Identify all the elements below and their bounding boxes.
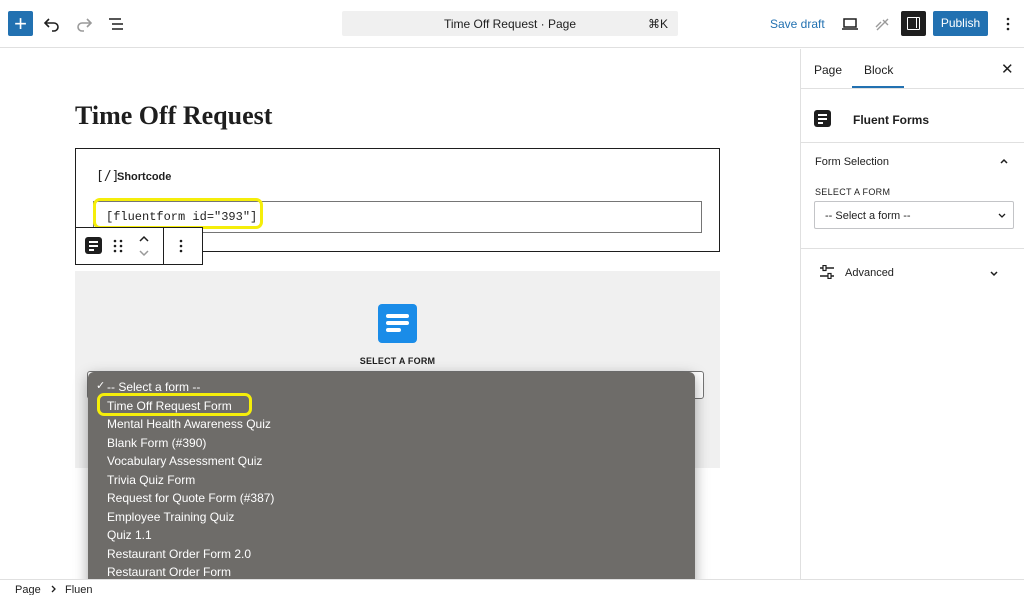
options-button[interactable] [994, 10, 1022, 38]
add-block-button[interactable]: + [8, 11, 33, 36]
dropdown-option[interactable]: Vocabulary Assessment Quiz [107, 454, 262, 468]
select-form-label: SELECT A FORM [359, 356, 436, 366]
close-icon[interactable]: ✕ [1001, 60, 1014, 78]
publish-button[interactable]: Publish [933, 11, 988, 36]
advanced-panel-toggle[interactable]: Advanced [845, 267, 894, 279]
redo-icon [77, 18, 93, 32]
settings-sidebar: Page Block ✕ Fluent Forms Form Selection… [800, 49, 1024, 579]
dropdown-option[interactable]: Mental Health Awareness Quiz [107, 417, 271, 431]
dropdown-option[interactable]: Blank Form (#390) [107, 436, 206, 450]
document-overview-button[interactable] [102, 10, 130, 38]
move-up-down-icon[interactable] [137, 233, 151, 259]
list-view-icon [109, 18, 123, 30]
block-options-icon[interactable] [176, 238, 186, 254]
command-palette-bar[interactable]: Time Off Request · Page ⌘K [342, 11, 678, 36]
undo-button[interactable] [38, 10, 66, 38]
block-toolbar [75, 227, 203, 265]
sliders-icon [820, 265, 834, 279]
redo-button[interactable] [70, 10, 98, 38]
settings-sidebar-toggle[interactable] [901, 11, 926, 36]
chevron-down-icon[interactable] [989, 269, 999, 279]
shortcode-icon: [/] [96, 169, 120, 184]
fluent-forms-block-icon[interactable] [85, 237, 102, 254]
dropdown-option[interactable]: Quiz 1.1 [107, 528, 152, 542]
dropdown-option[interactable]: -- Select a form -- [107, 380, 200, 394]
breadcrumb-item-page[interactable]: Page [15, 584, 41, 595]
editor-toolbar: + Time Off Request · Page ⌘K Save draft … [0, 0, 1024, 48]
dropdown-option[interactable]: Restaurant Order Form [107, 565, 231, 579]
preview-button[interactable] [836, 10, 864, 38]
sidebar-icon [907, 17, 920, 30]
form-selection-panel-toggle[interactable]: Form Selection [815, 156, 889, 168]
shortcode-label: Shortcode [117, 171, 172, 183]
active-tab-indicator [852, 86, 904, 88]
sidebar-tabs: Page Block ✕ [801, 49, 1024, 89]
fluent-forms-logo-icon [378, 304, 417, 343]
breadcrumb-item-block[interactable]: Fluen [65, 584, 93, 595]
select-form-field-label: SELECT A FORM [815, 187, 891, 197]
chevron-down-icon [998, 213, 1006, 218]
option-highlight [97, 393, 252, 416]
breadcrumb: Page Fluen [0, 579, 1024, 595]
view-post-button[interactable] [868, 10, 896, 38]
drag-handle-icon[interactable] [113, 238, 123, 254]
dropdown-option[interactable]: Restaurant Order Form 2.0 [107, 547, 251, 561]
chevron-right-icon [51, 585, 56, 593]
post-title[interactable]: Time Off Request [75, 101, 272, 131]
plus-icon: + [14, 11, 27, 36]
external-link-off-icon [875, 18, 889, 31]
save-draft-button[interactable]: Save draft [770, 17, 825, 31]
undo-icon [43, 18, 59, 32]
fluent-forms-block-icon [814, 110, 831, 127]
select-value: -- Select a form -- [825, 210, 911, 222]
block-card: Fluent Forms [801, 90, 1024, 143]
command-shortcut: ⌘K [647, 17, 668, 31]
document-title: Time Off Request · Page [443, 17, 577, 31]
sidebar-form-select[interactable]: -- Select a form -- [814, 201, 1014, 229]
panel-divider [801, 248, 1024, 249]
tab-block[interactable]: Block [864, 63, 893, 77]
block-name: Fluent Forms [853, 113, 930, 127]
toolbar-divider [163, 228, 164, 264]
dropdown-option[interactable]: Request for Quote Form (#387) [107, 491, 274, 505]
dropdown-option[interactable]: Trivia Quiz Form [107, 473, 195, 487]
chevron-up-icon[interactable] [999, 156, 1009, 166]
more-vertical-icon [1006, 17, 1010, 31]
shortcode-highlight [93, 198, 263, 229]
check-icon: ✓ [96, 380, 106, 392]
dropdown-option[interactable]: Employee Training Quiz [107, 510, 234, 524]
tab-page[interactable]: Page [814, 63, 842, 77]
laptop-icon [842, 18, 858, 30]
